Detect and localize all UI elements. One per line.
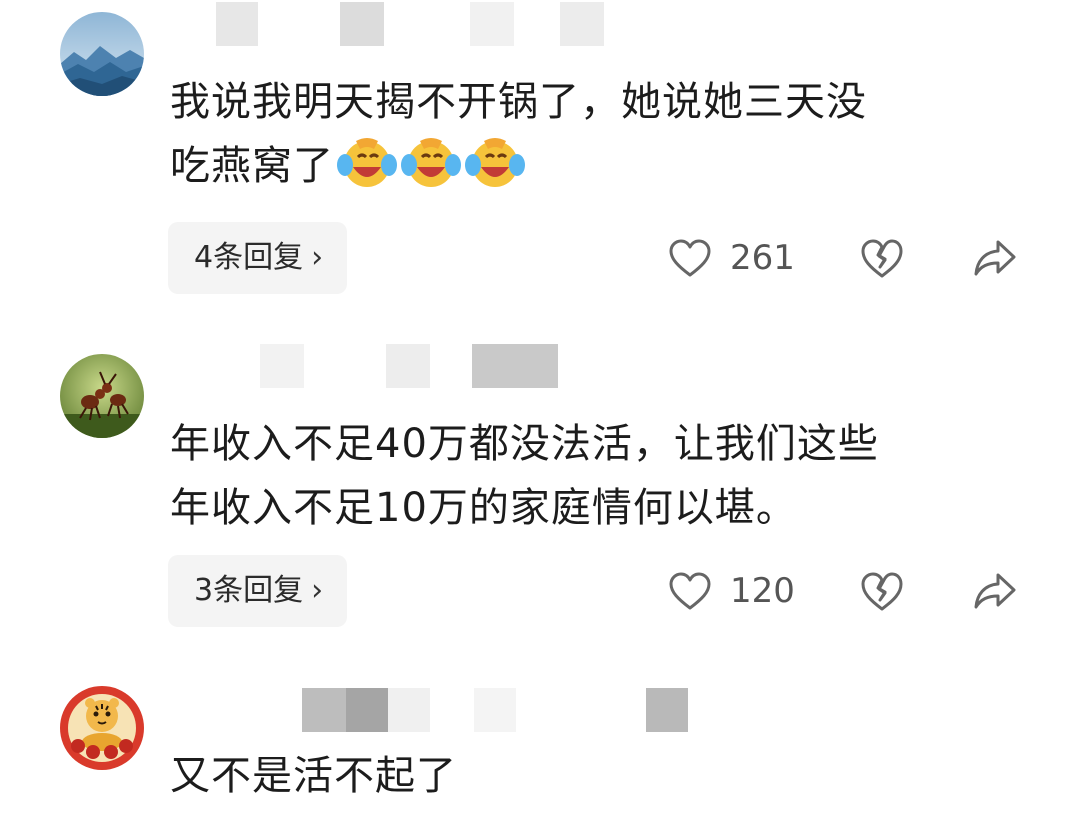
avatar-mountains-image — [60, 12, 144, 96]
laughing-crying-emoji-icon — [465, 138, 525, 187]
comment-text-line: 年收入不足10万的家庭情何以堪。 — [170, 485, 797, 531]
comment-actions: 120 — [0, 555, 1080, 627]
blur-block — [388, 688, 430, 732]
comment-text: 年收入不足40万都没法活，让我们这些 年收入不足10万的家庭情何以堪。 — [170, 412, 879, 540]
blur-block — [216, 2, 258, 46]
like-button[interactable]: 120 — [668, 571, 795, 611]
comment-text-line2: 吃燕窝了 — [170, 143, 334, 189]
broken-heart-icon[interactable] — [860, 236, 904, 280]
like-count: 120 — [730, 571, 795, 611]
heart-outline-icon — [669, 239, 711, 277]
laughing-crying-emoji-icon — [401, 138, 461, 187]
blur-block — [474, 688, 516, 732]
avatar-tiger-image — [60, 686, 144, 770]
avatar-ants-image — [60, 354, 144, 438]
broken-heart-icon[interactable] — [860, 569, 904, 613]
blur-block — [302, 688, 346, 732]
comment-text-line: 年收入不足40万都没法活，让我们这些 — [170, 421, 879, 467]
comment-text-line: 又不是活不起了 — [170, 753, 457, 799]
like-count: 261 — [730, 238, 795, 278]
like-button[interactable]: 261 — [668, 238, 795, 278]
blur-block — [346, 688, 388, 732]
blur-block — [560, 2, 604, 46]
avatar-mountains[interactable] — [60, 12, 144, 96]
heart-outline-icon — [669, 572, 711, 610]
comment-text-line: 吃燕窝了 — [170, 134, 867, 198]
blur-block — [260, 344, 304, 388]
avatar-ants[interactable] — [60, 354, 144, 438]
comment-actions: 261 — [0, 222, 1080, 294]
blur-block — [470, 2, 514, 46]
blur-block — [472, 344, 558, 388]
laughing-crying-emoji-icon — [337, 138, 397, 187]
blur-block — [340, 2, 384, 46]
blur-block — [646, 688, 688, 732]
comment-text: 我说我明天揭不开锅了，她说她三天没 吃燕窝了 — [170, 70, 867, 198]
comment-text-line: 我说我明天揭不开锅了，她说她三天没 — [170, 79, 867, 125]
share-arrow-icon[interactable] — [972, 569, 1018, 613]
avatar-tiger[interactable] — [60, 686, 144, 770]
share-arrow-icon[interactable] — [972, 236, 1018, 280]
comment-text: 又不是活不起了 — [170, 744, 457, 808]
blur-block — [386, 344, 430, 388]
